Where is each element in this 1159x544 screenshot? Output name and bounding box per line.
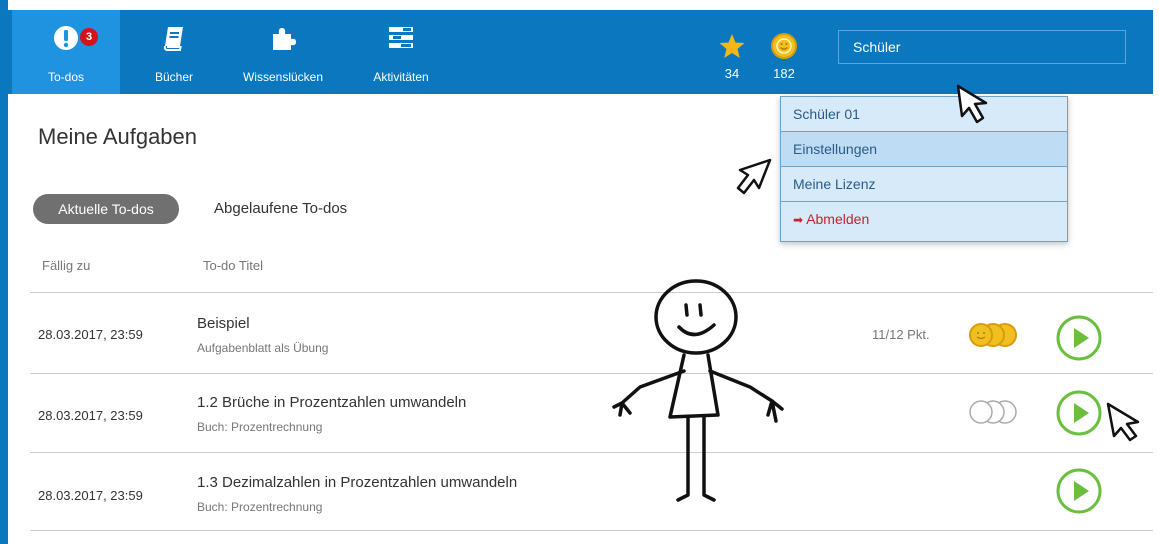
nav-todos[interactable]: 3 To-dos — [12, 10, 120, 94]
menu-item-user[interactable]: Schüler 01 — [781, 97, 1067, 132]
menu-item-settings[interactable]: Einstellungen — [781, 132, 1067, 167]
todo-count-badge: 3 — [80, 28, 98, 46]
nav-knowledge-gaps[interactable]: Wissenslücken — [230, 10, 336, 94]
cursor-icon — [956, 84, 988, 124]
tab-expired-todos[interactable]: Abgelaufene To-dos — [214, 194, 347, 224]
page-title: Meine Aufgaben — [38, 124, 198, 149]
menu-item-logout-label: Abmelden — [806, 211, 870, 227]
stars-count: 34 — [724, 66, 740, 81]
row-title: 1.3 Dezimalzahlen in Prozentzahlen umwan… — [197, 474, 518, 491]
logout-icon: ➡ — [793, 213, 804, 227]
nav-knowledge-gaps-label: Wissenslücken — [242, 70, 324, 84]
nav-activities-label: Aktivitäten — [373, 70, 429, 84]
row-due-date: 28.03.2017, 23:59 — [38, 488, 143, 503]
cursor-icon — [736, 158, 772, 195]
row-subtitle: Buch: Prozentrechnung — [197, 420, 323, 434]
row-due-date: 28.03.2017, 23:59 — [38, 327, 143, 342]
star-icon — [719, 34, 745, 58]
row-title: Beispiel — [197, 315, 250, 332]
nav-books[interactable]: Bücher — [138, 10, 210, 94]
table-divider — [30, 452, 1153, 453]
user-dropdown-menu: Schüler 01 Einstellungen Meine Lizenz ➡ … — [780, 96, 1068, 242]
play-button[interactable] — [1056, 390, 1102, 436]
coins-empty-icon — [969, 400, 1017, 424]
puzzle-icon — [273, 28, 296, 50]
user-menu-button[interactable]: Schüler — [838, 30, 1126, 64]
coins-stat[interactable]: 182 — [764, 32, 804, 81]
table-divider — [30, 373, 1153, 374]
menu-item-license[interactable]: Meine Lizenz — [781, 167, 1067, 202]
row-subtitle: Aufgabenblatt als Übung — [197, 341, 329, 355]
column-header-title[interactable]: To-do Titel — [203, 258, 263, 273]
play-button[interactable] — [1056, 468, 1102, 514]
play-button[interactable] — [1056, 315, 1102, 361]
table-divider — [30, 292, 1153, 293]
cursor-icon — [1106, 402, 1140, 442]
coin-icon — [771, 33, 797, 59]
tab-current-todos[interactable]: Aktuelle To-dos — [33, 194, 179, 224]
nav-books-label: Bücher — [154, 70, 194, 84]
row-points: 11/12 Pkt. — [872, 327, 930, 342]
row-title: 1.2 Brüche in Prozentzahlen umwandeln — [197, 394, 467, 411]
nav-todos-label: To-dos — [47, 70, 85, 84]
coins-earned-icon — [969, 323, 1017, 347]
page-top-margin — [0, 0, 1159, 10]
book-icon — [163, 27, 183, 51]
menu-item-logout[interactable]: ➡ Abmelden — [781, 202, 1067, 237]
nav-activities[interactable]: Aktivitäten — [358, 10, 444, 94]
list-icon — [389, 27, 413, 48]
row-subtitle: Buch: Prozentrechnung — [197, 500, 323, 514]
coins-count: 182 — [773, 66, 795, 81]
column-header-due[interactable]: Fällig zu — [42, 258, 90, 273]
stick-figure-drawing — [612, 279, 784, 502]
row-due-date: 28.03.2017, 23:59 — [38, 408, 143, 423]
table-divider — [30, 530, 1153, 531]
stars-stat[interactable]: 34 — [712, 32, 752, 81]
exclamation-icon — [54, 26, 78, 50]
page-left-border — [0, 0, 8, 544]
